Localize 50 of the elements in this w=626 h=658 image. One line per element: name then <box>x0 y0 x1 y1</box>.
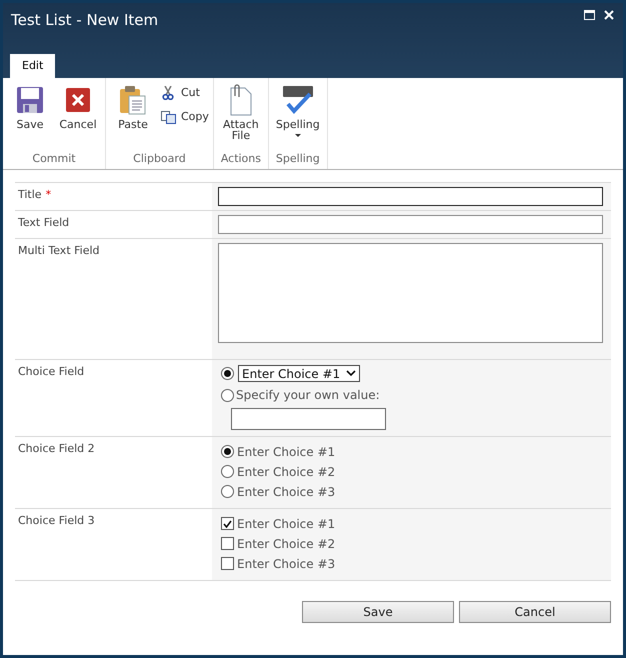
ribbon-group-label: Spelling <box>274 151 321 167</box>
cancel-icon <box>65 87 91 113</box>
radio-button[interactable] <box>221 465 234 478</box>
option-label: Enter Choice #1 <box>237 516 336 532</box>
window-title: Test List - New Item <box>11 10 158 31</box>
maximize-icon[interactable] <box>584 10 595 20</box>
radio-button[interactable] <box>221 445 234 458</box>
form-button[interactable]: Cancel <box>459 601 611 623</box>
ribbon-group-label: Clipboard <box>132 151 187 167</box>
text-input[interactable] <box>218 215 603 234</box>
ribbon-button[interactable]: Spelling <box>272 84 323 151</box>
text-input[interactable] <box>218 187 603 206</box>
form-button[interactable]: Save <box>302 601 454 623</box>
option-label: Enter Choice #3 <box>237 484 336 500</box>
ribbon-button[interactable]: Cancel <box>55 84 101 151</box>
ribbon-button[interactable]: Cut <box>160 84 209 102</box>
option-label: Enter Choice #2 <box>237 464 336 480</box>
field-label: Title <box>18 188 42 201</box>
option-label: Enter Choice #3 <box>237 556 336 572</box>
copy-icon <box>160 110 176 124</box>
text-area[interactable] <box>218 243 603 343</box>
field-label: Choice Field 2 <box>18 442 95 455</box>
field-label: Choice Field 3 <box>18 514 95 527</box>
ribbon-group-label: Commit <box>31 151 77 167</box>
dropdown[interactable]: Enter Choice #1 <box>238 365 360 382</box>
ribbon-button[interactable]: Copy <box>160 108 209 126</box>
option-label: Specify your own value: <box>236 387 380 404</box>
close-icon[interactable] <box>604 10 614 20</box>
checkbox[interactable] <box>221 557 234 570</box>
chevron-down-icon <box>346 370 356 377</box>
ribbon-tab[interactable]: Edit <box>10 54 56 78</box>
text-input[interactable] <box>231 408 386 430</box>
field-label: Multi Text Field <box>18 244 100 257</box>
field-label: Choice Field <box>18 365 84 378</box>
checkbox[interactable] <box>221 517 234 530</box>
field-label: Text Field <box>18 216 70 229</box>
radio-button[interactable] <box>221 388 234 402</box>
clipboard-icon <box>119 85 147 115</box>
ribbon-button[interactable]: Paste <box>110 84 156 151</box>
ribbon-group-label: Actions <box>220 151 262 167</box>
scissors-icon <box>162 86 174 100</box>
document-with-paperclip-icon <box>228 84 254 116</box>
checkbox[interactable] <box>221 537 234 550</box>
ribbon-button[interactable]: Save <box>7 84 53 151</box>
option-label: Enter Choice #1 <box>237 444 336 460</box>
radio-button[interactable] <box>221 485 234 498</box>
required-mark: * <box>46 188 52 201</box>
radio-button[interactable] <box>221 367 234 380</box>
option-label: Enter Choice #2 <box>237 536 336 552</box>
ribbon-button[interactable]: Attach File <box>218 84 264 151</box>
